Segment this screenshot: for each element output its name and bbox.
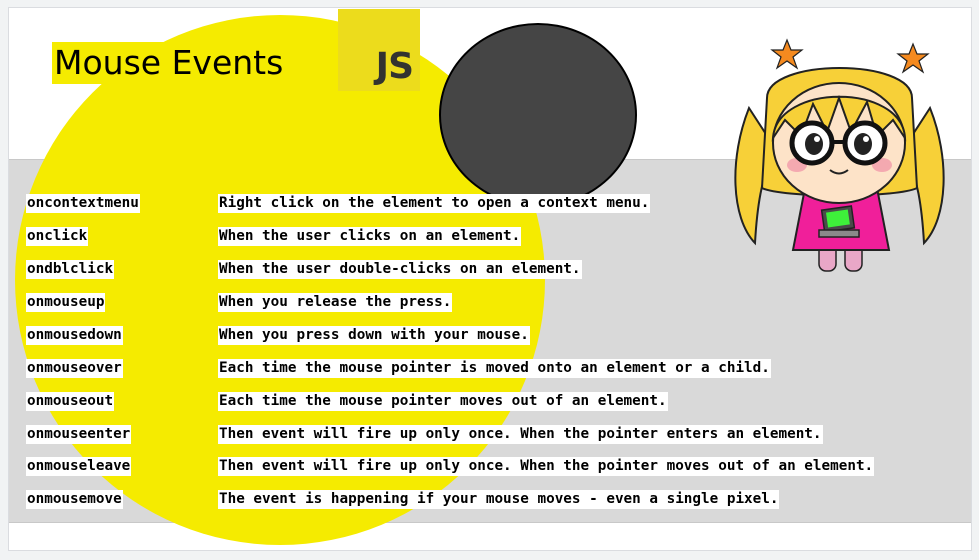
event-name: onmouseenter xyxy=(26,425,132,444)
js-logo-text: JS xyxy=(375,46,414,87)
event-name: onmouseover xyxy=(26,359,123,378)
dark-circle-decoration xyxy=(439,23,637,207)
event-name: ondblclick xyxy=(26,260,115,279)
event-description: When you release the press. xyxy=(218,293,453,312)
event-name: onmousemove xyxy=(26,490,123,509)
event-name: onmouseout xyxy=(26,392,115,411)
event-name: onmousedown xyxy=(26,326,123,345)
event-description: When you press down with your mouse. xyxy=(218,326,530,345)
event-description: When the user double-clicks on an elemen… xyxy=(218,260,582,279)
js-logo-icon: JS xyxy=(338,9,420,91)
event-description: Each time the mouse pointer moves out of… xyxy=(218,392,668,411)
event-name: onmouseleave xyxy=(26,457,132,476)
event-name: oncontextmenu xyxy=(26,194,140,213)
event-description: When the user clicks on an element. xyxy=(218,227,522,246)
girl-mascot-icon xyxy=(734,38,945,272)
event-name: onmouseup xyxy=(26,293,106,312)
event-name: onclick xyxy=(26,227,89,246)
slide: JS Mouse Events oncontextmenu Right clic… xyxy=(9,8,971,550)
event-description: Each time the mouse pointer is moved ont… xyxy=(218,359,771,378)
event-description: Right click on the element to open a con… xyxy=(218,194,651,213)
slide-title: Mouse Events xyxy=(52,42,286,84)
event-description: The event is happening if your mouse mov… xyxy=(218,490,780,509)
event-description: Then event will fire up only once. When … xyxy=(218,425,823,444)
event-description: Then event will fire up only once. When … xyxy=(218,457,875,476)
